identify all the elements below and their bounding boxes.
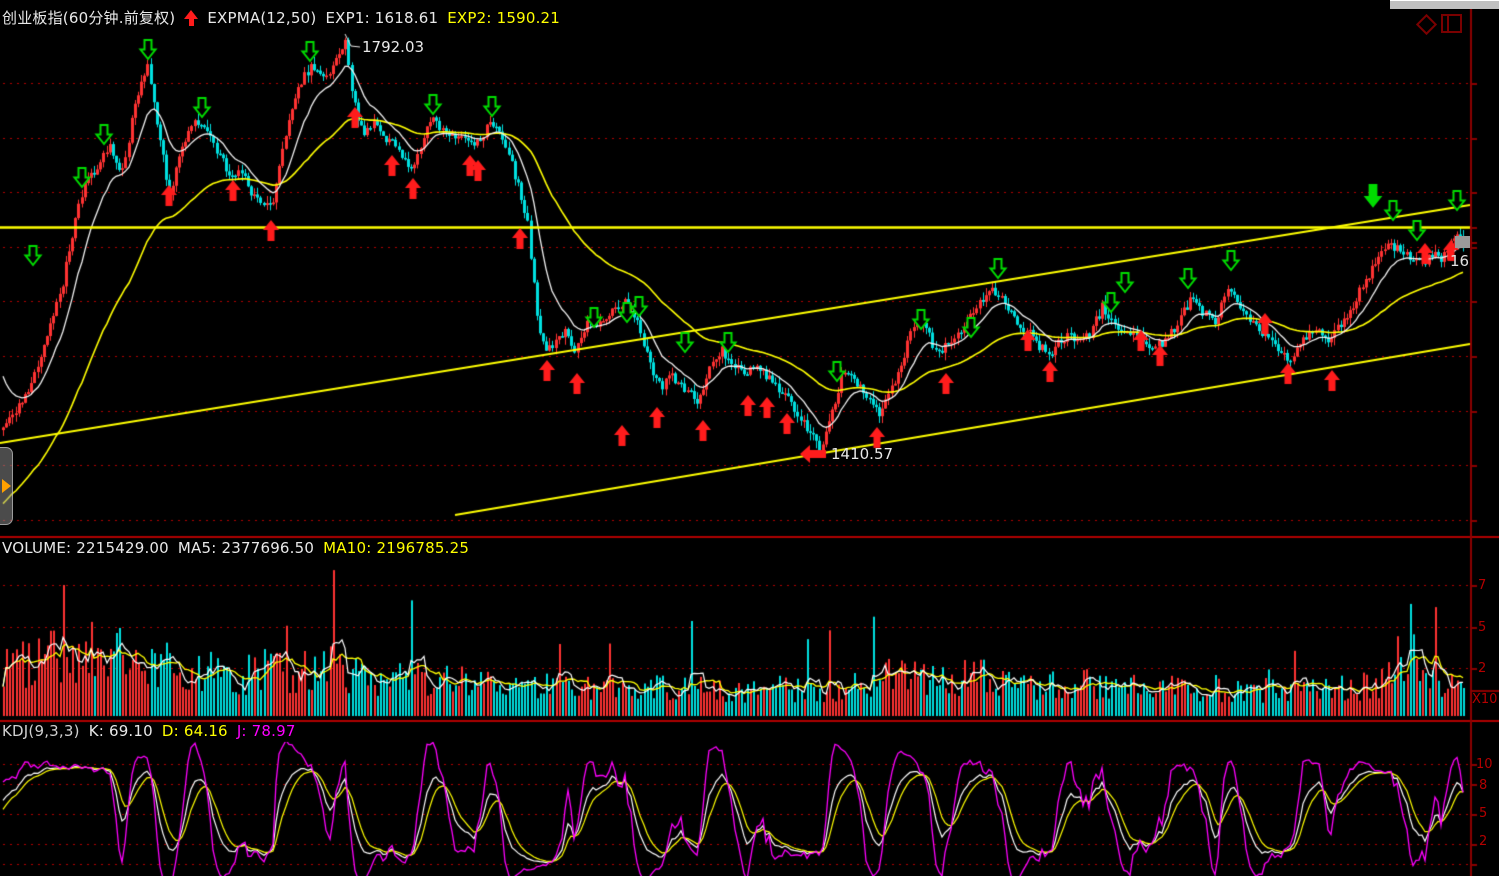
kdj-name[interactable]: KDJ(9,3,3) [2, 722, 80, 740]
kdj-j-value: J: 78.97 [237, 722, 296, 740]
kdj-axis-label-50: 5 [1479, 806, 1487, 821]
kdj-axis-label-80: 8 [1479, 778, 1487, 793]
volume-ma10-value: MA10: 2196785.25 [323, 539, 469, 557]
price-volume-kdj-chart[interactable] [0, 0, 1499, 876]
exp1-value: EXP1: 1618.61 [325, 9, 438, 27]
volume-unit-label: X10 [1472, 692, 1497, 707]
volume-header: VOLUME: 2215429.00 MA5: 2377696.50 MA10:… [2, 539, 469, 557]
peak-price-annotation: 1792.03 [362, 38, 424, 56]
kdj-k-value: K: 69.10 [89, 722, 153, 740]
volume-axis-label-75: 7 [1478, 578, 1486, 593]
kdj-d-value: D: 64.16 [162, 722, 228, 740]
red-up-arrow-icon [184, 10, 198, 26]
trough-price-annotation: 1410.57 [831, 445, 893, 463]
volume-value: VOLUME: 2215429.00 [2, 539, 169, 557]
last-price-marker [1455, 236, 1470, 248]
top-scrollbar-strip[interactable] [1390, 0, 1499, 9]
volume-ma5-value: MA5: 2377696.50 [178, 539, 314, 557]
indicator-name[interactable]: EXPMA(12,50) [207, 9, 316, 27]
kdj-axis-label-20: 2 [1479, 834, 1487, 849]
volume-axis-label-50: 5 [1478, 620, 1486, 635]
main-chart-header: 创业板指(60分钟.前复权) EXPMA(12,50) EXP1: 1618.6… [2, 7, 560, 28]
split-window-icon[interactable] [1441, 14, 1462, 33]
sidebar-expander-handle[interactable] [0, 447, 13, 525]
volume-axis-label-25: 2 [1478, 661, 1486, 676]
exp2-value: EXP2: 1590.21 [447, 9, 560, 27]
kdj-axis-label-100: 10 [1476, 757, 1493, 772]
last-price-label-partial: 16 [1450, 252, 1469, 270]
trading-terminal: 创业板指(60分钟.前复权) EXPMA(12,50) EXP1: 1618.6… [0, 0, 1499, 876]
symbol-title[interactable]: 创业板指(60分钟.前复权) [2, 7, 175, 28]
kdj-header: KDJ(9,3,3) K: 69.10 D: 64.16 J: 78.97 [2, 722, 296, 740]
